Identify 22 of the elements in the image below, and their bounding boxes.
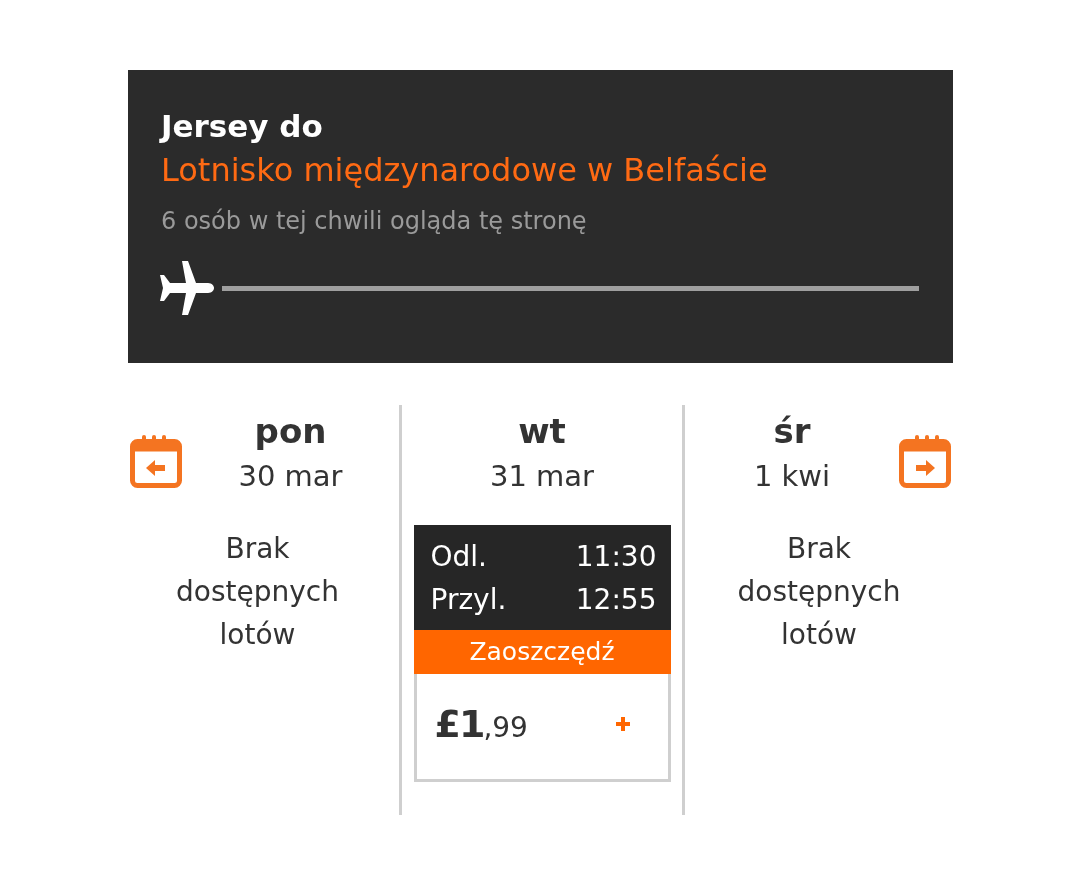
no-flights-message: Brak dostępnych lotów — [736, 531, 902, 653]
destination-title: Lotnisko międzynarodowe w Belfaście — [160, 150, 769, 191]
price-label: £1,99 — [434, 701, 528, 746]
date-label: 1 kwi — [752, 458, 832, 495]
add-icon[interactable] — [615, 716, 630, 731]
arrival-time: 12:55 — [575, 582, 657, 618]
previous-day-calendar-icon[interactable] — [130, 432, 182, 488]
savings-tag: Zaoszczędź — [413, 630, 671, 674]
next-day-calendar-icon[interactable] — [899, 432, 951, 488]
departure-label: Odl. — [430, 539, 487, 575]
date-label: 31 mar — [488, 458, 596, 495]
origin-title: Jersey do — [158, 107, 324, 146]
date-label: 30 mar — [237, 458, 344, 495]
no-flights-message: Brak dostępnych lotów — [175, 531, 340, 653]
weekday-label: wt — [517, 410, 567, 453]
departure-time: 11:30 — [575, 539, 657, 575]
arrival-label: Przyl. — [430, 582, 507, 618]
weekday-label: śr — [772, 410, 812, 453]
flight-card[interactable]: Odl. 11:30 Przyl. 12:55 Zaoszczędź £1,99 — [413, 525, 671, 782]
airplane-icon — [158, 261, 214, 315]
viewers-notice: 6 osób w tej chwili ogląda tę stronę — [160, 206, 588, 237]
weekday-label: pon — [253, 410, 328, 453]
